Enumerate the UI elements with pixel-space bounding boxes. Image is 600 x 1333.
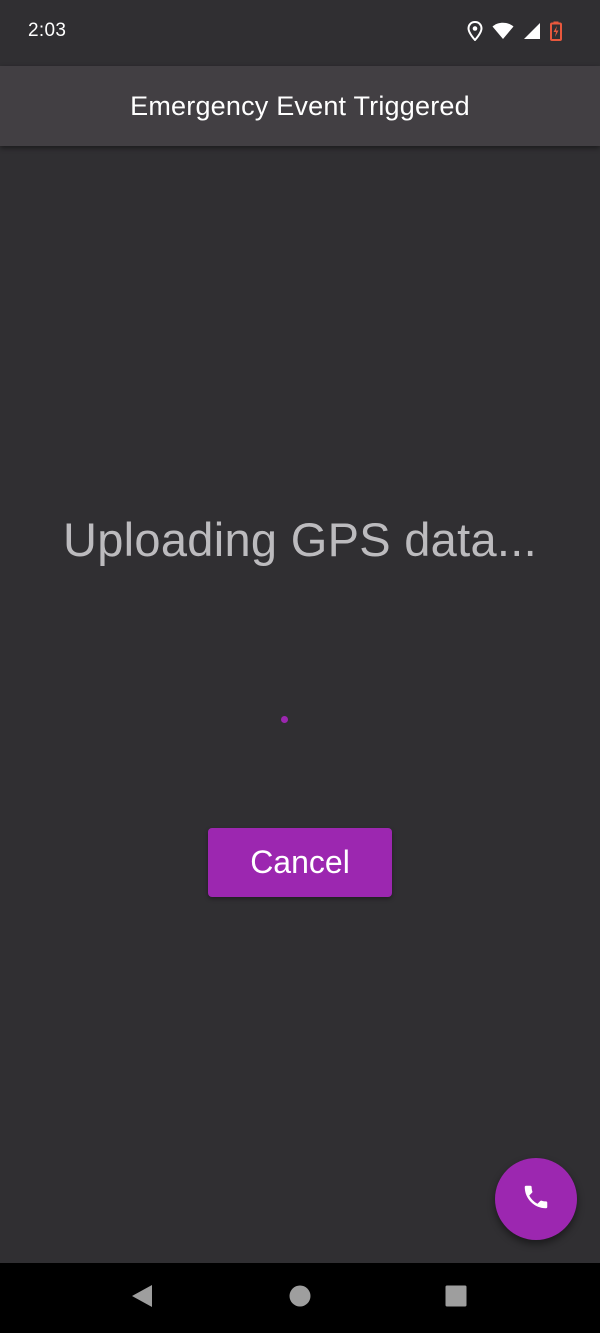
navigation-bar bbox=[0, 1263, 600, 1333]
loading-spinner bbox=[281, 716, 288, 723]
page-title: Emergency Event Triggered bbox=[130, 90, 470, 121]
back-button[interactable] bbox=[102, 1263, 182, 1333]
status-time: 2:03 bbox=[28, 20, 67, 41]
back-icon bbox=[131, 1284, 153, 1313]
call-button[interactable] bbox=[495, 1158, 577, 1240]
recents-icon bbox=[445, 1285, 467, 1312]
app-bar: Emergency Event Triggered bbox=[0, 66, 600, 146]
home-icon bbox=[289, 1285, 311, 1312]
status-bar: 2:03 bbox=[0, 0, 600, 66]
recents-button[interactable] bbox=[416, 1263, 496, 1333]
location-icon bbox=[467, 21, 483, 41]
upload-status-message: Uploading GPS data... bbox=[63, 513, 537, 566]
status-icons bbox=[467, 21, 562, 41]
cell-signal-icon bbox=[523, 22, 541, 40]
wifi-icon bbox=[492, 22, 514, 40]
battery-charging-icon bbox=[550, 21, 562, 41]
cancel-button[interactable]: Cancel bbox=[208, 828, 392, 897]
phone-icon bbox=[521, 1182, 551, 1217]
home-button[interactable] bbox=[260, 1263, 340, 1333]
